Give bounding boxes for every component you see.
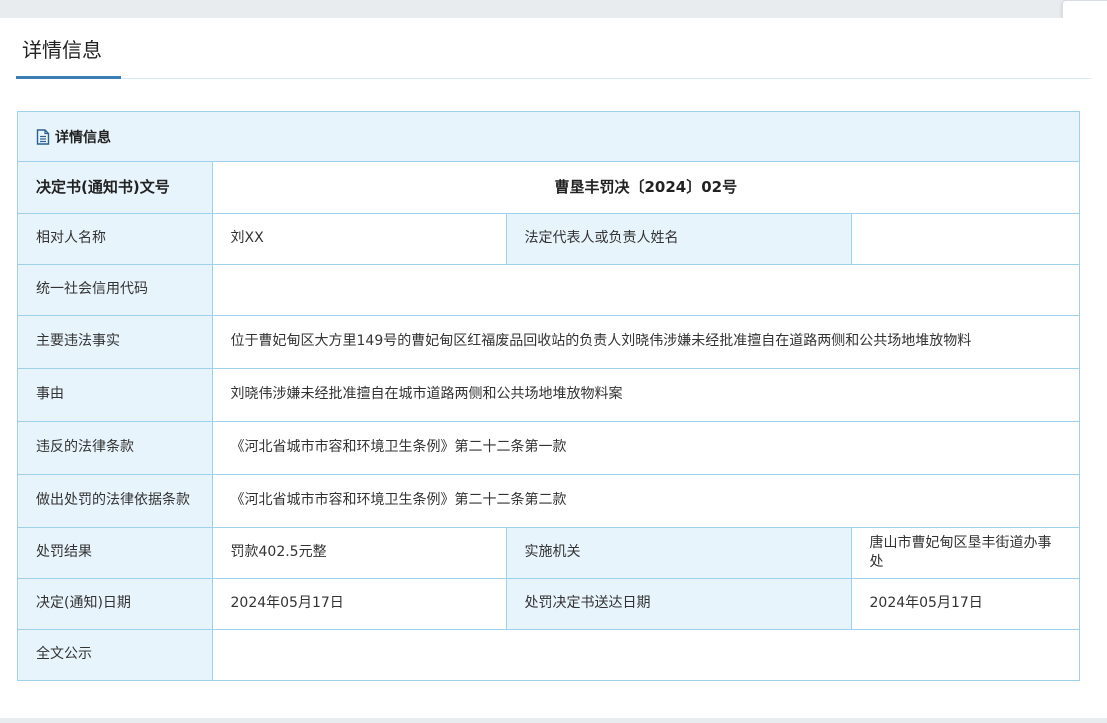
table-row: 违反的法律条款 《河北省城市市容和环境卫生条例》第二十二条第一款 [18, 420, 1080, 475]
penalty-result-label: 处罚结果 [18, 526, 213, 579]
party-name-value: 刘XX [211, 212, 507, 265]
full-text-label: 全文公示 [18, 628, 213, 680]
table-row: 相对人名称 刘XX 法定代表人或负责人姓名 [18, 212, 1080, 265]
table-row: 决定(通知)日期 2024年05月17日 处罚决定书送达日期 2024年05月1… [18, 577, 1080, 630]
doc-number-value: 曹垦丰罚决〔2024〕02号 [211, 162, 1080, 214]
detail-card-title: 详情信息 [55, 129, 111, 146]
penalty-basis-label: 做出处罚的法律依据条款 [18, 473, 213, 528]
detail-card-header: 详情信息 [18, 112, 1079, 162]
table-row: 决定书(通知书)文号 曹垦丰罚决〔2024〕02号 [18, 162, 1080, 214]
delivery-date-value: 2024年05月17日 [850, 577, 1080, 630]
bottom-strip [0, 718, 1107, 723]
tab-detail-info[interactable]: 详情信息 [22, 34, 102, 63]
table-row: 统一社会信用代码 [18, 263, 1080, 316]
violated-law-value: 《河北省城市市容和环境卫生条例》第二十二条第一款 [211, 420, 1080, 475]
main-facts-label: 主要违法事实 [18, 314, 213, 369]
main-facts-value: 位于曹妃甸区大方里149号的曹妃甸区红福废品回收站的负责人刘晓伟涉嫌未经批准擅自… [211, 314, 1080, 369]
tab-divider [121, 78, 1091, 79]
agency-label: 实施机关 [505, 526, 852, 579]
table-row: 主要违法事实 位于曹妃甸区大方里149号的曹妃甸区红福废品回收站的负责人刘晓伟涉… [18, 314, 1080, 369]
tab-bar: 详情信息 [16, 18, 1091, 80]
legal-rep-label: 法定代表人或负责人姓名 [505, 212, 852, 265]
table-row: 全文公示 [18, 628, 1080, 680]
decision-date-value: 2024年05月17日 [211, 577, 507, 630]
credit-code-label: 统一社会信用代码 [18, 263, 213, 316]
cause-value: 刘晓伟涉嫌未经批准擅自在城市道路两侧和公共场地堆放物料案 [211, 367, 1080, 422]
agency-value: 唐山市曹妃甸区垦丰街道办事处 [850, 526, 1080, 579]
penalty-result-value: 罚款402.5元整 [211, 526, 507, 579]
violated-law-label: 违反的法律条款 [18, 420, 213, 475]
table-row: 事由 刘晓伟涉嫌未经批准擅自在城市道路两侧和公共场地堆放物料案 [18, 367, 1080, 422]
decision-date-label: 决定(通知)日期 [18, 577, 213, 630]
cause-label: 事由 [18, 367, 213, 422]
credit-code-value [211, 263, 1080, 316]
active-tab-indicator [16, 76, 121, 79]
document-icon [36, 128, 50, 145]
full-text-value[interactable] [211, 628, 1080, 680]
legal-rep-value [850, 212, 1080, 265]
doc-number-label: 决定书(通知书)文号 [18, 162, 213, 214]
table-row: 处罚结果 罚款402.5元整 实施机关 唐山市曹妃甸区垦丰街道办事处 [18, 526, 1080, 579]
penalty-basis-value: 《河北省城市市容和环境卫生条例》第二十二条第二款 [211, 473, 1080, 528]
party-name-label: 相对人名称 [18, 212, 213, 265]
main-panel: 详情信息 详情信息 决定书(通知书)文号 曹垦丰罚决〔2024〕02号 相对人名… [0, 18, 1107, 718]
detail-table: 决定书(通知书)文号 曹垦丰罚决〔2024〕02号 相对人名称 刘XX 法定代表… [18, 162, 1080, 680]
delivery-date-label: 处罚决定书送达日期 [505, 577, 852, 630]
detail-card: 详情信息 决定书(通知书)文号 曹垦丰罚决〔2024〕02号 相对人名称 刘XX… [17, 111, 1080, 681]
table-row: 做出处罚的法律依据条款 《河北省城市市容和环境卫生条例》第二十二条第二款 [18, 473, 1080, 528]
